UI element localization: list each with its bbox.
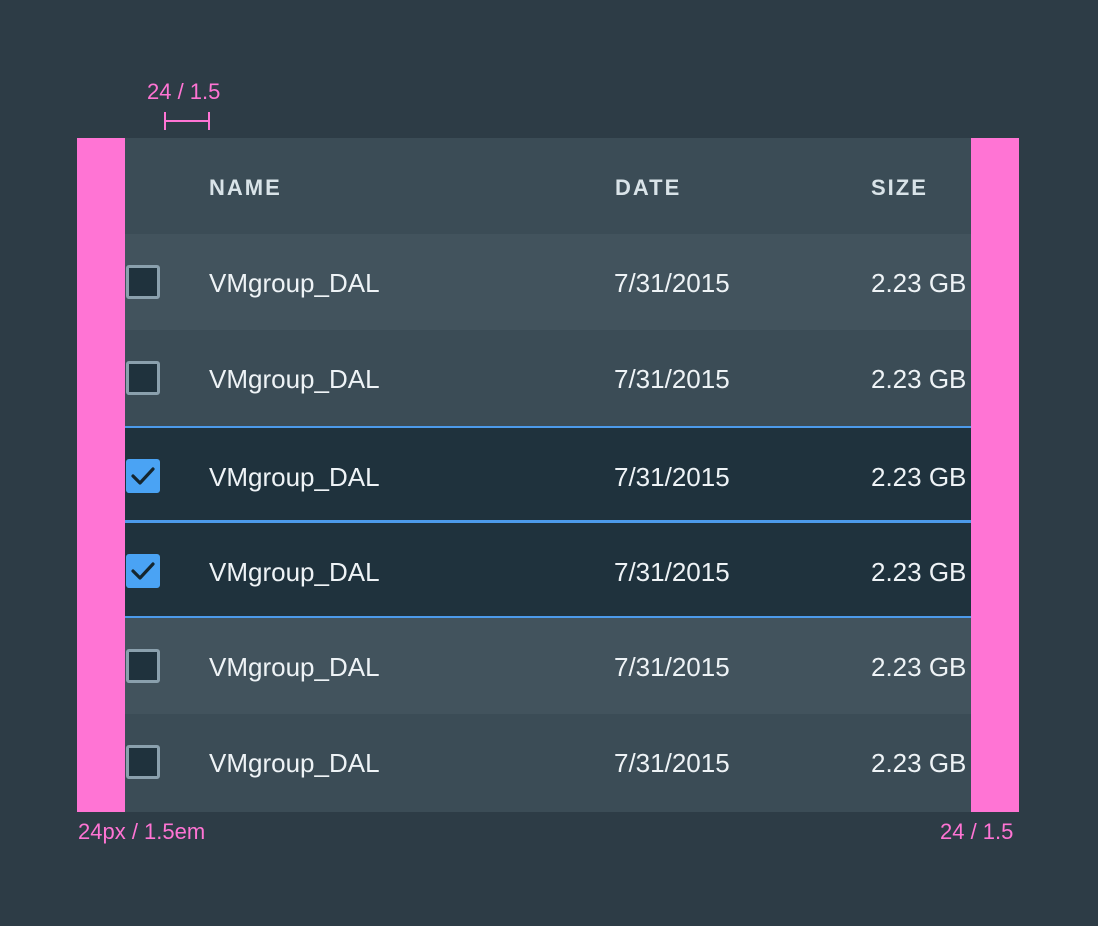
row-checkbox[interactable] — [126, 745, 160, 779]
row-checkbox[interactable] — [126, 554, 160, 588]
row-size: 2.23 GB — [871, 748, 967, 778]
row-size: 2.23 GB — [871, 462, 967, 492]
row-checkbox[interactable] — [126, 459, 160, 493]
row-date: 7/31/2015 — [614, 462, 730, 492]
row-size: 2.23 GB — [871, 557, 967, 587]
row-date: 7/31/2015 — [614, 268, 730, 298]
measure-bracket — [164, 112, 210, 130]
right-padding-label: 24 / 1.5 — [940, 819, 1014, 844]
right-padding-highlight — [971, 138, 1019, 812]
checkmark-icon — [131, 562, 155, 580]
row-date: 7/31/2015 — [614, 364, 730, 394]
row-checkbox[interactable] — [126, 361, 160, 395]
row-name: VMgroup_DAL — [209, 652, 380, 682]
spec-canvas: 24 / 1.5 NAME DATE SIZE VMgroup_DAL 7/31… — [0, 0, 1098, 926]
checkmark-icon — [131, 467, 155, 485]
column-header-date[interactable]: DATE — [615, 138, 681, 234]
table-header: NAME DATE SIZE — [77, 138, 1019, 234]
row-name: VMgroup_DAL — [209, 364, 380, 394]
row-name: VMgroup_DAL — [209, 557, 380, 587]
table-row[interactable]: VMgroup_DAL 7/31/2015 2.23 GB — [77, 330, 1019, 426]
column-header-name[interactable]: NAME — [209, 138, 282, 234]
table-row-selected[interactable]: VMgroup_DAL 7/31/2015 2.23 GB — [77, 520, 1019, 618]
row-checkbox[interactable] — [126, 649, 160, 683]
row-name: VMgroup_DAL — [209, 748, 380, 778]
left-padding-highlight — [77, 138, 125, 812]
row-date: 7/31/2015 — [614, 557, 730, 587]
table-row[interactable]: VMgroup_DAL 7/31/2015 2.23 GB — [77, 618, 1019, 714]
data-table: NAME DATE SIZE VMgroup_DAL 7/31/2015 2.2… — [77, 138, 1019, 812]
row-name: VMgroup_DAL — [209, 462, 380, 492]
table-row[interactable]: VMgroup_DAL 7/31/2015 2.23 GB — [77, 234, 1019, 330]
table-row-selected[interactable]: VMgroup_DAL 7/31/2015 2.23 GB — [77, 426, 1019, 522]
top-measure-label: 24 / 1.5 — [147, 79, 221, 104]
left-padding-label: 24px / 1.5em — [78, 819, 206, 844]
row-date: 7/31/2015 — [614, 748, 730, 778]
row-size: 2.23 GB — [871, 364, 967, 394]
row-checkbox[interactable] — [126, 265, 160, 299]
row-size: 2.23 GB — [871, 652, 967, 682]
row-date: 7/31/2015 — [614, 652, 730, 682]
row-name: VMgroup_DAL — [209, 268, 380, 298]
column-header-size[interactable]: SIZE — [871, 138, 928, 234]
row-size: 2.23 GB — [871, 268, 967, 298]
table-row[interactable]: VMgroup_DAL 7/31/2015 2.23 GB — [77, 714, 1019, 812]
